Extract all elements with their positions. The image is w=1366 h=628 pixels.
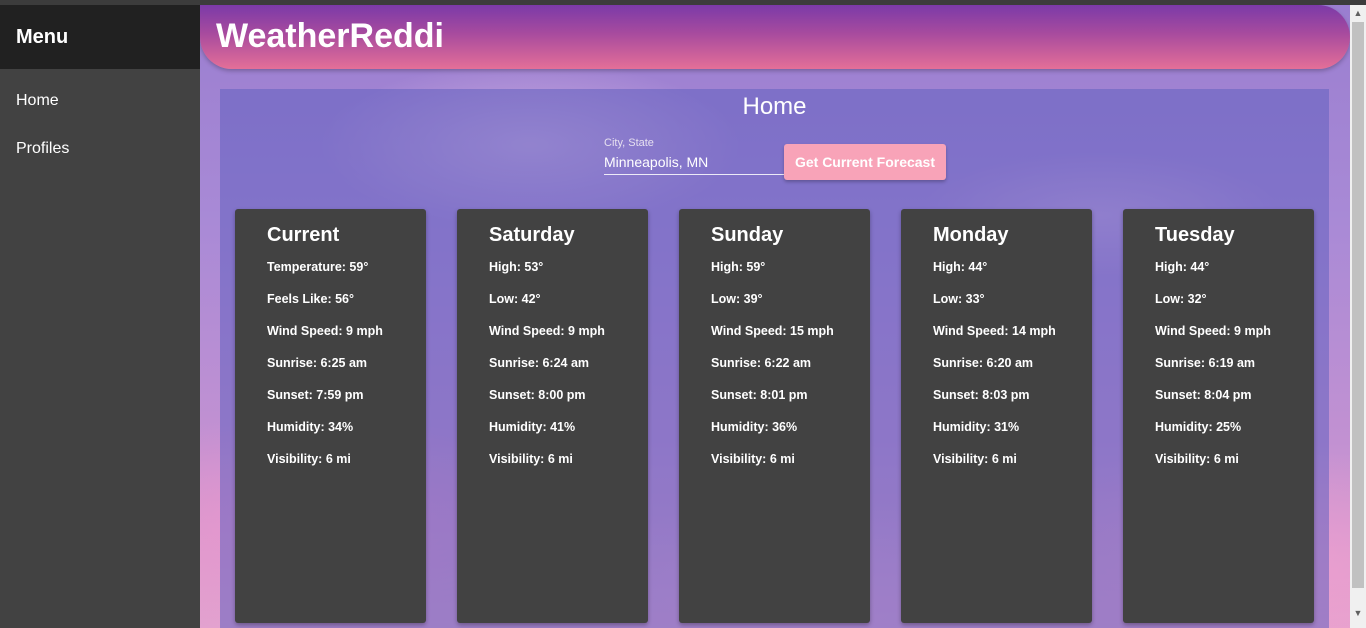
- card-stat: Sunrise: 6:19 am: [1155, 356, 1256, 370]
- card-stat: Visibility: 6 mi: [711, 452, 795, 466]
- card-stat: Humidity: 41%: [489, 420, 576, 434]
- app-bar: WeatherReddi: [200, 5, 1350, 69]
- card-stat: Wind Speed: 9 mph: [489, 324, 605, 338]
- card-stat: High: 59°: [711, 260, 766, 274]
- forecast-card-monday: Monday High: 44° Low: 33° Wind Speed: 14…: [901, 209, 1092, 623]
- forecast-card-saturday: Saturday High: 53° Low: 42° Wind Speed: …: [457, 209, 648, 623]
- sidebar-list: Home Profiles: [0, 69, 200, 173]
- card-stat: Humidity: 34%: [267, 420, 354, 434]
- card-stat: Humidity: 31%: [933, 420, 1020, 434]
- card-stat: Low: 42°: [489, 292, 541, 306]
- card-stat: High: 44°: [933, 260, 988, 274]
- card-stat: Visibility: 6 mi: [489, 452, 573, 466]
- card-title: Sunday: [711, 224, 784, 246]
- card-stat: Feels Like: 56°: [267, 292, 354, 306]
- forecast-card-tuesday: Tuesday High: 44° Low: 32° Wind Speed: 9…: [1123, 209, 1314, 623]
- card-title: Monday: [933, 224, 1009, 246]
- card-title: Current: [267, 224, 340, 246]
- card-stat: Humidity: 36%: [711, 420, 798, 434]
- card-stat: Sunrise: 6:22 am: [711, 356, 812, 370]
- card-stat: Sunset: 8:01 pm: [711, 388, 808, 402]
- forecast-card-current: Current Temperature: 59° Feels Like: 56°…: [235, 209, 426, 623]
- card-stat: Sunset: 7:59 pm: [267, 388, 364, 402]
- scroll-down-arrow-icon[interactable]: ▼: [1350, 605, 1366, 621]
- card-title: Tuesday: [1155, 224, 1235, 246]
- forecast-card-sunday: Sunday High: 59° Low: 39° Wind Speed: 15…: [679, 209, 870, 623]
- card-stat: Wind Speed: 9 mph: [1155, 324, 1271, 338]
- card-stat: Sunrise: 6:20 am: [933, 356, 1034, 370]
- city-state-field: City, State: [604, 135, 784, 175]
- vertical-scrollbar[interactable]: ▲ ▼: [1350, 5, 1366, 628]
- card-stat: Sunset: 8:00 pm: [489, 388, 586, 402]
- city-state-input[interactable]: [604, 151, 784, 173]
- sidebar-menu: Menu Home Profiles: [0, 5, 200, 628]
- city-state-label: City, State: [604, 137, 654, 149]
- card-stat: Visibility: 6 mi: [933, 452, 1017, 466]
- card-stat: Low: 32°: [1155, 292, 1207, 306]
- card-stat: Low: 39°: [711, 292, 763, 306]
- home-panel: Home City, State Get Current Forecast Cu…: [220, 89, 1329, 628]
- card-stat: Sunset: 8:04 pm: [1155, 388, 1252, 402]
- card-stat: High: 44°: [1155, 260, 1210, 274]
- card-stat: Sunrise: 6:25 am: [267, 356, 368, 370]
- card-stat: Wind Speed: 9 mph: [267, 324, 383, 338]
- card-title: Saturday: [489, 224, 575, 246]
- app-title: WeatherReddi: [216, 17, 444, 55]
- card-stat: Visibility: 6 mi: [267, 452, 351, 466]
- page-title: Home: [742, 93, 807, 120]
- card-stat: Temperature: 59°: [267, 260, 369, 274]
- card-stat: High: 53°: [489, 260, 544, 274]
- main-content: WeatherReddi Home City, State Get Curren…: [200, 5, 1350, 628]
- get-current-forecast-button[interactable]: Get Current Forecast: [784, 144, 946, 180]
- card-stat: Low: 33°: [933, 292, 985, 306]
- card-stat: Wind Speed: 15 mph: [711, 324, 834, 338]
- sidebar-item-home[interactable]: Home: [0, 77, 200, 125]
- sidebar-header: Menu: [0, 5, 200, 69]
- card-stat: Wind Speed: 14 mph: [933, 324, 1056, 338]
- card-stat: Sunset: 8:03 pm: [933, 388, 1030, 402]
- sidebar-item-profiles[interactable]: Profiles: [0, 125, 200, 173]
- scroll-up-arrow-icon[interactable]: ▲: [1350, 5, 1366, 21]
- card-stat: Visibility: 6 mi: [1155, 452, 1239, 466]
- card-stat: Sunrise: 6:24 am: [489, 356, 590, 370]
- scrollbar-thumb[interactable]: [1352, 22, 1364, 588]
- card-stat: Humidity: 25%: [1155, 420, 1242, 434]
